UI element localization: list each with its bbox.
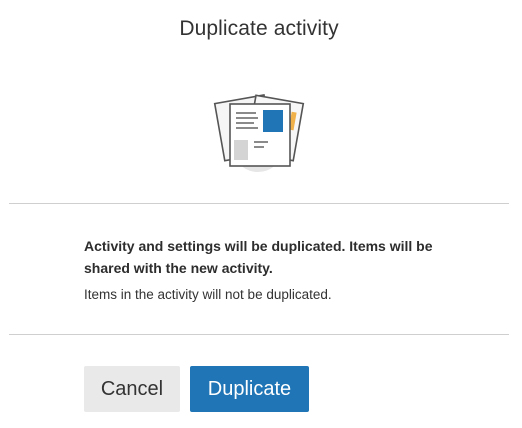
duplicate-note: Items in the activity will not be duplic… [84,287,332,302]
duplicate-documents-icon [210,90,310,176]
top-divider [9,203,509,204]
dialog-title: Duplicate activity [179,17,339,40]
bottom-divider [9,334,509,335]
duplicate-activity-dialog: Duplicate activity Activity and settings… [0,0,522,428]
duplicate-button[interactable]: Duplicate [190,366,309,412]
cancel-button[interactable]: Cancel [84,366,180,412]
duplicate-message: Activity and settings will be duplicated… [84,238,433,276]
